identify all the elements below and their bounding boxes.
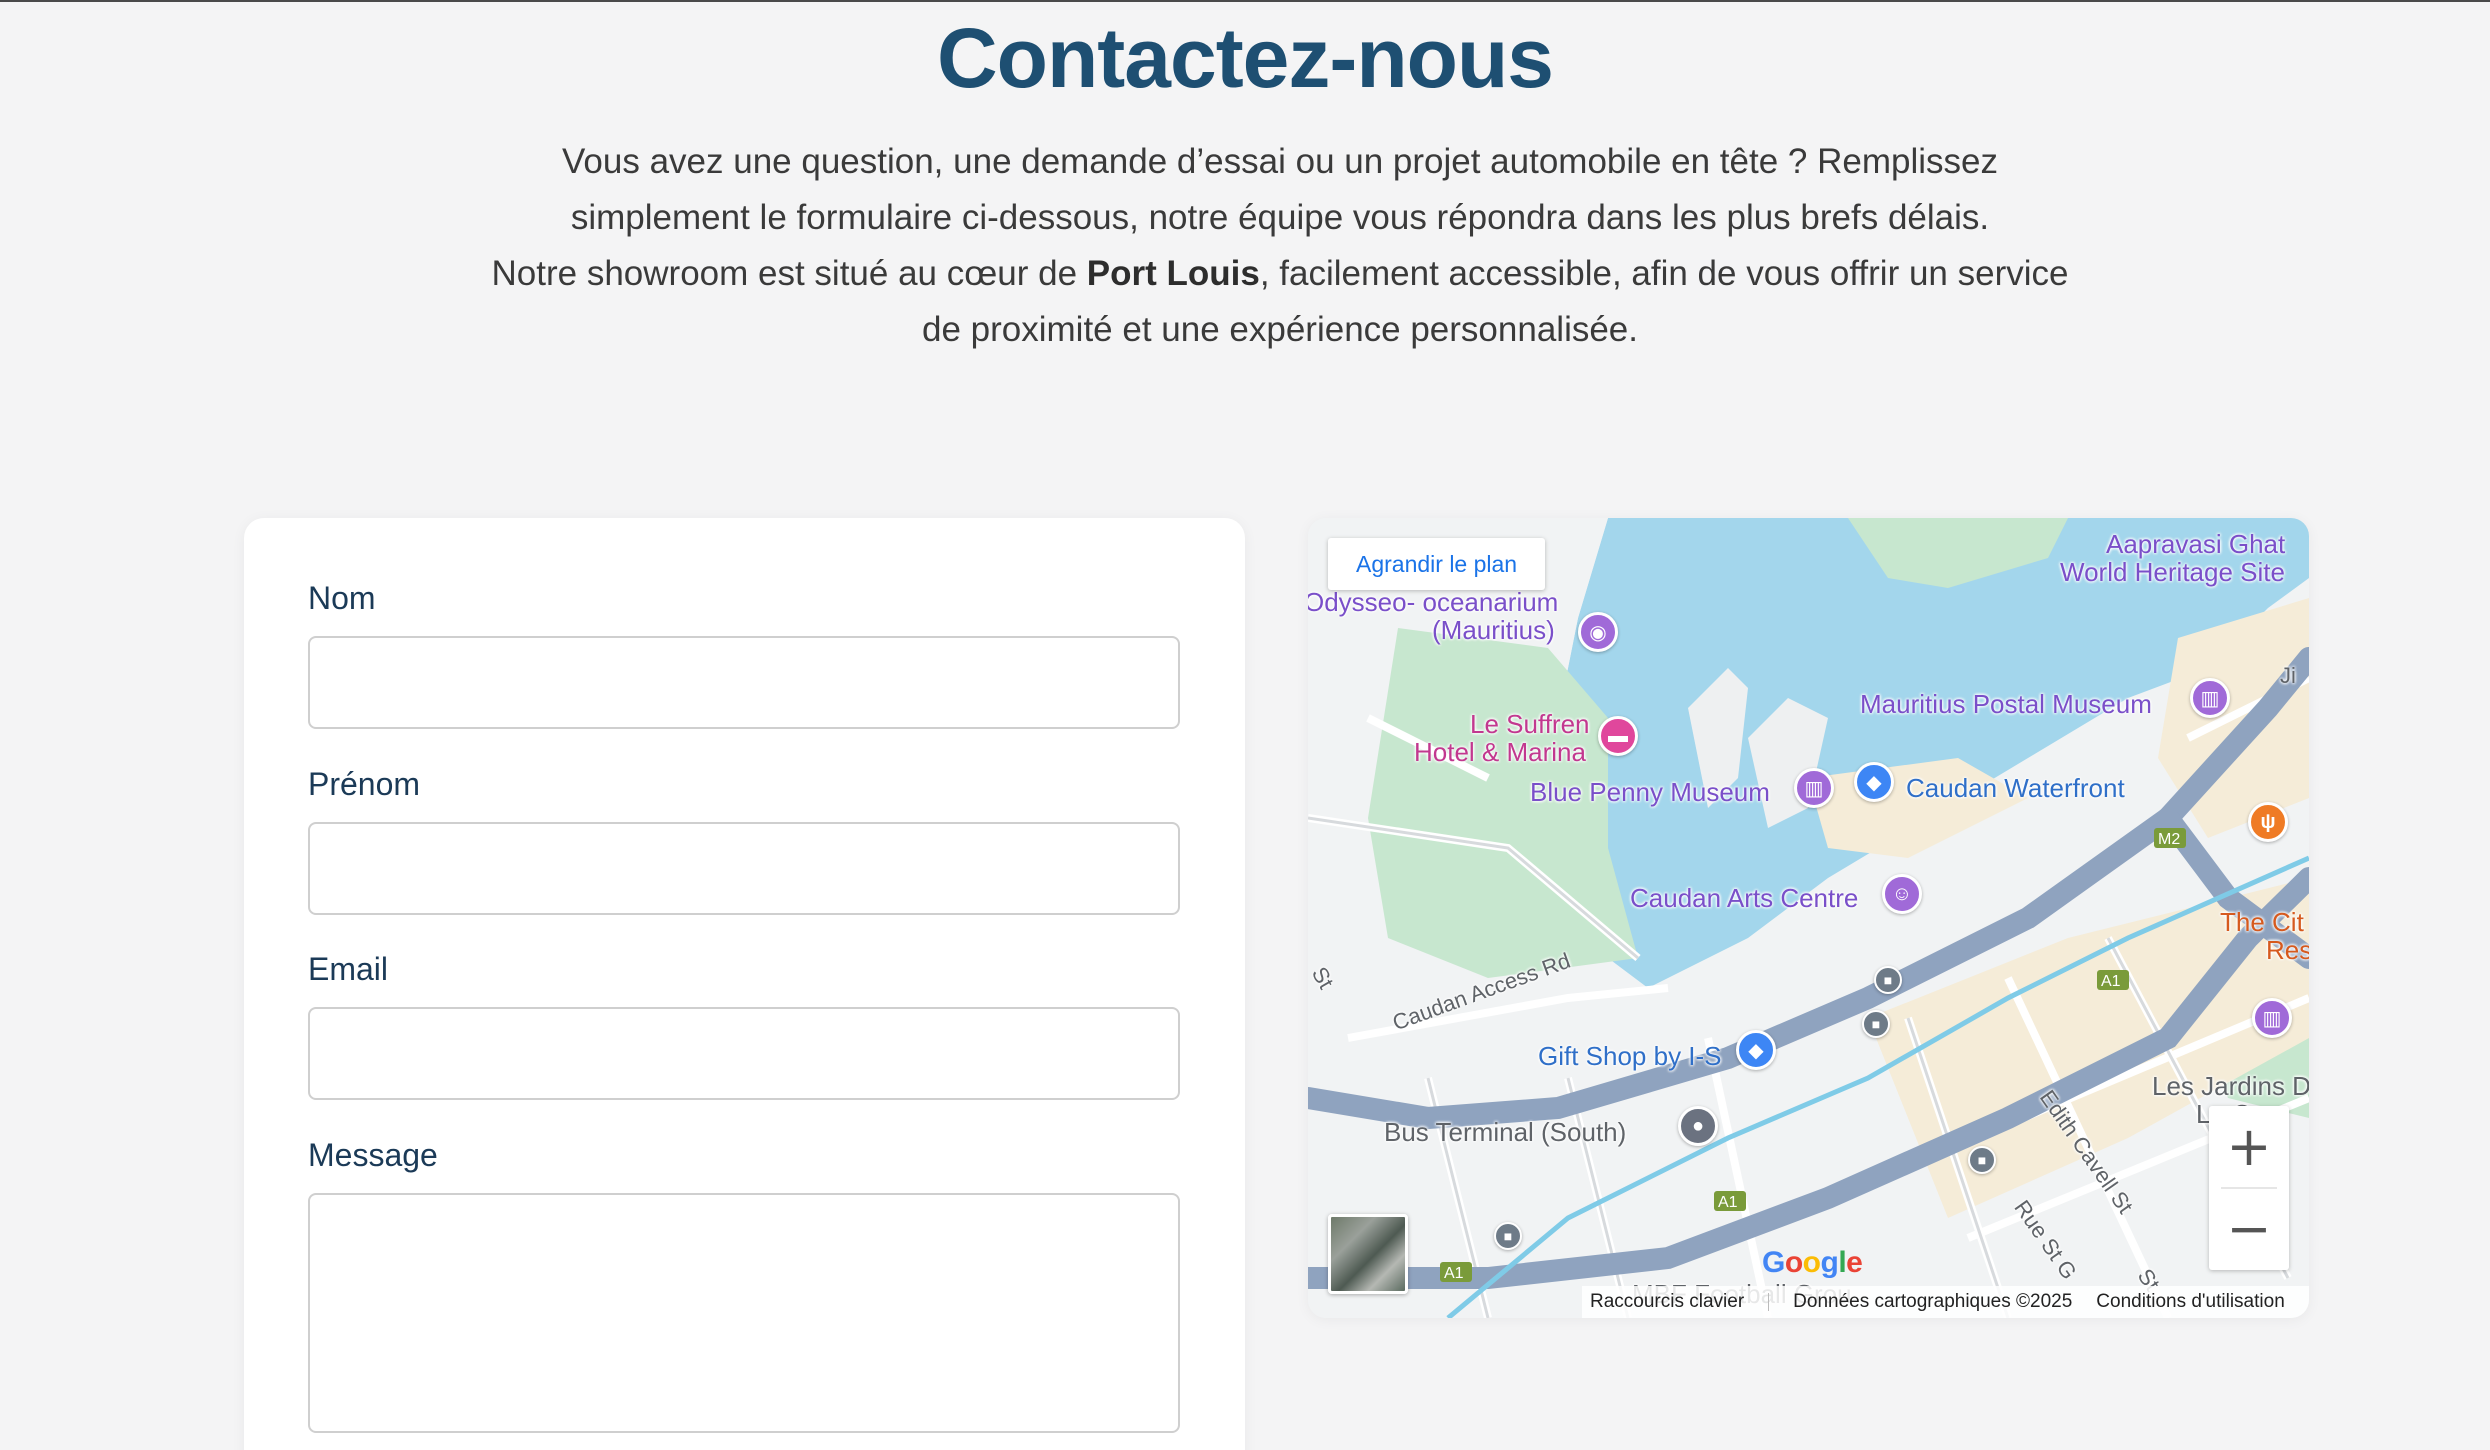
place-label[interactable]: World Heritage Site [2060, 558, 2285, 586]
prenom-label: Prénom [308, 766, 421, 802]
intro-line: de proximité et une expérience personnal… [922, 310, 1638, 349]
bus-stop-icon[interactable]: ■ [1968, 1146, 1996, 1174]
road-shield-m2: M2 [2158, 831, 2181, 848]
city-name: Port Louis [1086, 254, 1260, 293]
place-label[interactable]: Gift Shop by I-S [1538, 1042, 1722, 1070]
bus-stop-icon[interactable]: ■ [1494, 1222, 1522, 1250]
place-label[interactable]: (Mauritius) [1432, 616, 1555, 644]
bus-terminal-icon[interactable]: ● [1678, 1106, 1718, 1146]
logo-letter: G [1762, 1246, 1785, 1279]
location-map[interactable]: M2 A1 A1 A1 Aapravasi Ghat World Heritag… [1308, 518, 2309, 1318]
museum-icon[interactable]: ▥ [1794, 768, 1834, 808]
prenom-input[interactable] [308, 822, 1180, 915]
place-label[interactable]: Res [2266, 936, 2309, 964]
place-label[interactable]: Mauritius Postal Museum [1860, 690, 2152, 718]
logo-letter: l [1838, 1246, 1847, 1279]
intro-text-fragment: Notre showroom est situé au cœur de [491, 254, 1087, 293]
logo-letter: o [1802, 1246, 1821, 1279]
road-shield-a1: A1 [1718, 1194, 1738, 1211]
zoom-controls: + − [2209, 1106, 2289, 1270]
logo-letter: o [1784, 1246, 1803, 1279]
place-label[interactable]: Bus Terminal (South) [1384, 1118, 1626, 1146]
email-input[interactable] [308, 1007, 1180, 1100]
nom-input[interactable] [308, 636, 1180, 729]
contact-form: Nom Prénom Email Message [244, 518, 1245, 1450]
google-logo: Google [1762, 1246, 1863, 1280]
place-label[interactable]: Aapravasi Ghat [2106, 530, 2285, 558]
place-label[interactable]: Caudan Arts Centre [1630, 884, 1858, 912]
place-label[interactable]: Le Suffren [1470, 710, 1590, 738]
intro-line: Vous avez une question, une demande d’es… [562, 142, 1998, 181]
bus-stop-icon[interactable]: ■ [1874, 966, 1902, 994]
place-label[interactable]: Blue Penny Museum [1530, 778, 1770, 806]
place-label[interactable]: Hotel & Marina [1414, 738, 1586, 766]
zoom-out-button[interactable]: − [2209, 1188, 2289, 1270]
satellite-toggle-button[interactable] [1328, 1214, 1408, 1294]
terms-link[interactable]: Conditions d'utilisation [2096, 1291, 2284, 1313]
keyboard-shortcuts-link[interactable]: Raccourcis clavier [1590, 1291, 1744, 1313]
road-label: Ji [2280, 663, 2296, 688]
map-data-text: Données cartographiques ©2025 [1793, 1291, 2073, 1312]
attribution-divider [1768, 1293, 1770, 1311]
aquarium-icon[interactable]: ◉ [1578, 612, 1618, 652]
email-label: Email [308, 951, 389, 987]
road-shield-a1: A1 [2101, 973, 2121, 990]
message-label: Message [308, 1137, 438, 1173]
place-label[interactable]: The Cit [2220, 908, 2304, 936]
road-shield-a1: A1 [1444, 1265, 1464, 1282]
contact-page: Contactez-nous Vous avez une question, u… [0, 0, 2490, 1450]
shopping-bag-icon[interactable]: ◆ [1736, 1030, 1776, 1070]
zoom-divider [2221, 1187, 2277, 1189]
intro-text-fragment: , facilement accessible, afin de vous of… [1259, 254, 2069, 293]
place-label[interactable]: Odysseo- oceanarium [1308, 588, 1558, 616]
enlarge-map-button[interactable]: Agrandir le plan [1328, 538, 1546, 590]
map-attribution: Raccourcis clavier Données cartographiqu… [1582, 1286, 2309, 1318]
museum-icon[interactable]: ▥ [2190, 678, 2230, 718]
nom-label: Nom [308, 580, 376, 616]
intro-text: Vous avez une question, une demande d’es… [400, 134, 2160, 358]
theater-icon[interactable]: ☺ [1882, 874, 1922, 914]
restaurant-icon[interactable]: ψ [2248, 802, 2288, 842]
place-label[interactable]: Caudan Waterfront [1906, 774, 2125, 802]
logo-letter: g [1820, 1246, 1839, 1279]
page-title: Contactez-nous [937, 11, 1554, 105]
place-label[interactable]: Les Jardins D [2152, 1072, 2309, 1100]
intro-line: Notre showroom est situé au cœur de Port… [400, 246, 2160, 302]
shopping-bag-icon[interactable]: ◆ [1854, 762, 1894, 802]
message-textarea[interactable] [308, 1193, 1180, 1433]
logo-letter: e [1846, 1246, 1863, 1279]
hotel-icon[interactable]: ▬ [1598, 716, 1638, 756]
zoom-in-button[interactable]: + [2209, 1106, 2289, 1188]
intro-line: simplement le formulaire ci-dessous, not… [570, 198, 1990, 237]
bus-stop-icon[interactable]: ■ [1862, 1010, 1890, 1038]
museum-icon[interactable]: ▥ [2252, 998, 2292, 1038]
